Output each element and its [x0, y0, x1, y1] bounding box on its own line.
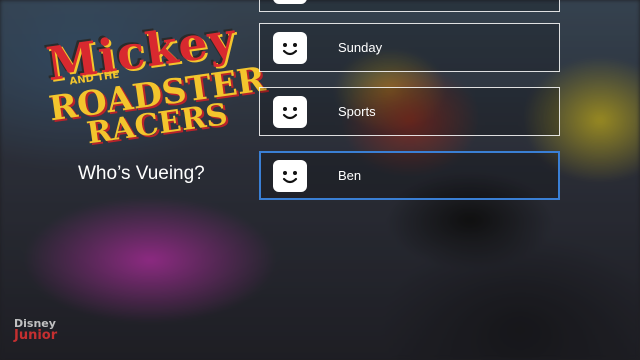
profile-name: Sports: [338, 104, 376, 119]
smiley-face-icon: [273, 0, 307, 4]
profile-tile-sunday[interactable]: Sunday: [259, 23, 560, 72]
smiley-face-icon: [273, 96, 307, 128]
profile-tile-sports[interactable]: Sports: [259, 87, 560, 136]
profile-tile[interactable]: [259, 0, 560, 12]
smiley-face-icon: [273, 160, 307, 192]
profile-name: Ben: [338, 168, 362, 183]
channel-logo: Disney Junior: [14, 318, 57, 342]
profile-prompt: Who’s Vueing?: [78, 163, 205, 184]
profile-name: Sunday: [338, 40, 383, 55]
channel-logo-line-2: Junior: [14, 328, 58, 343]
profile-tile-ben[interactable]: Ben: [259, 151, 560, 200]
smiley-face-icon: [273, 32, 307, 64]
